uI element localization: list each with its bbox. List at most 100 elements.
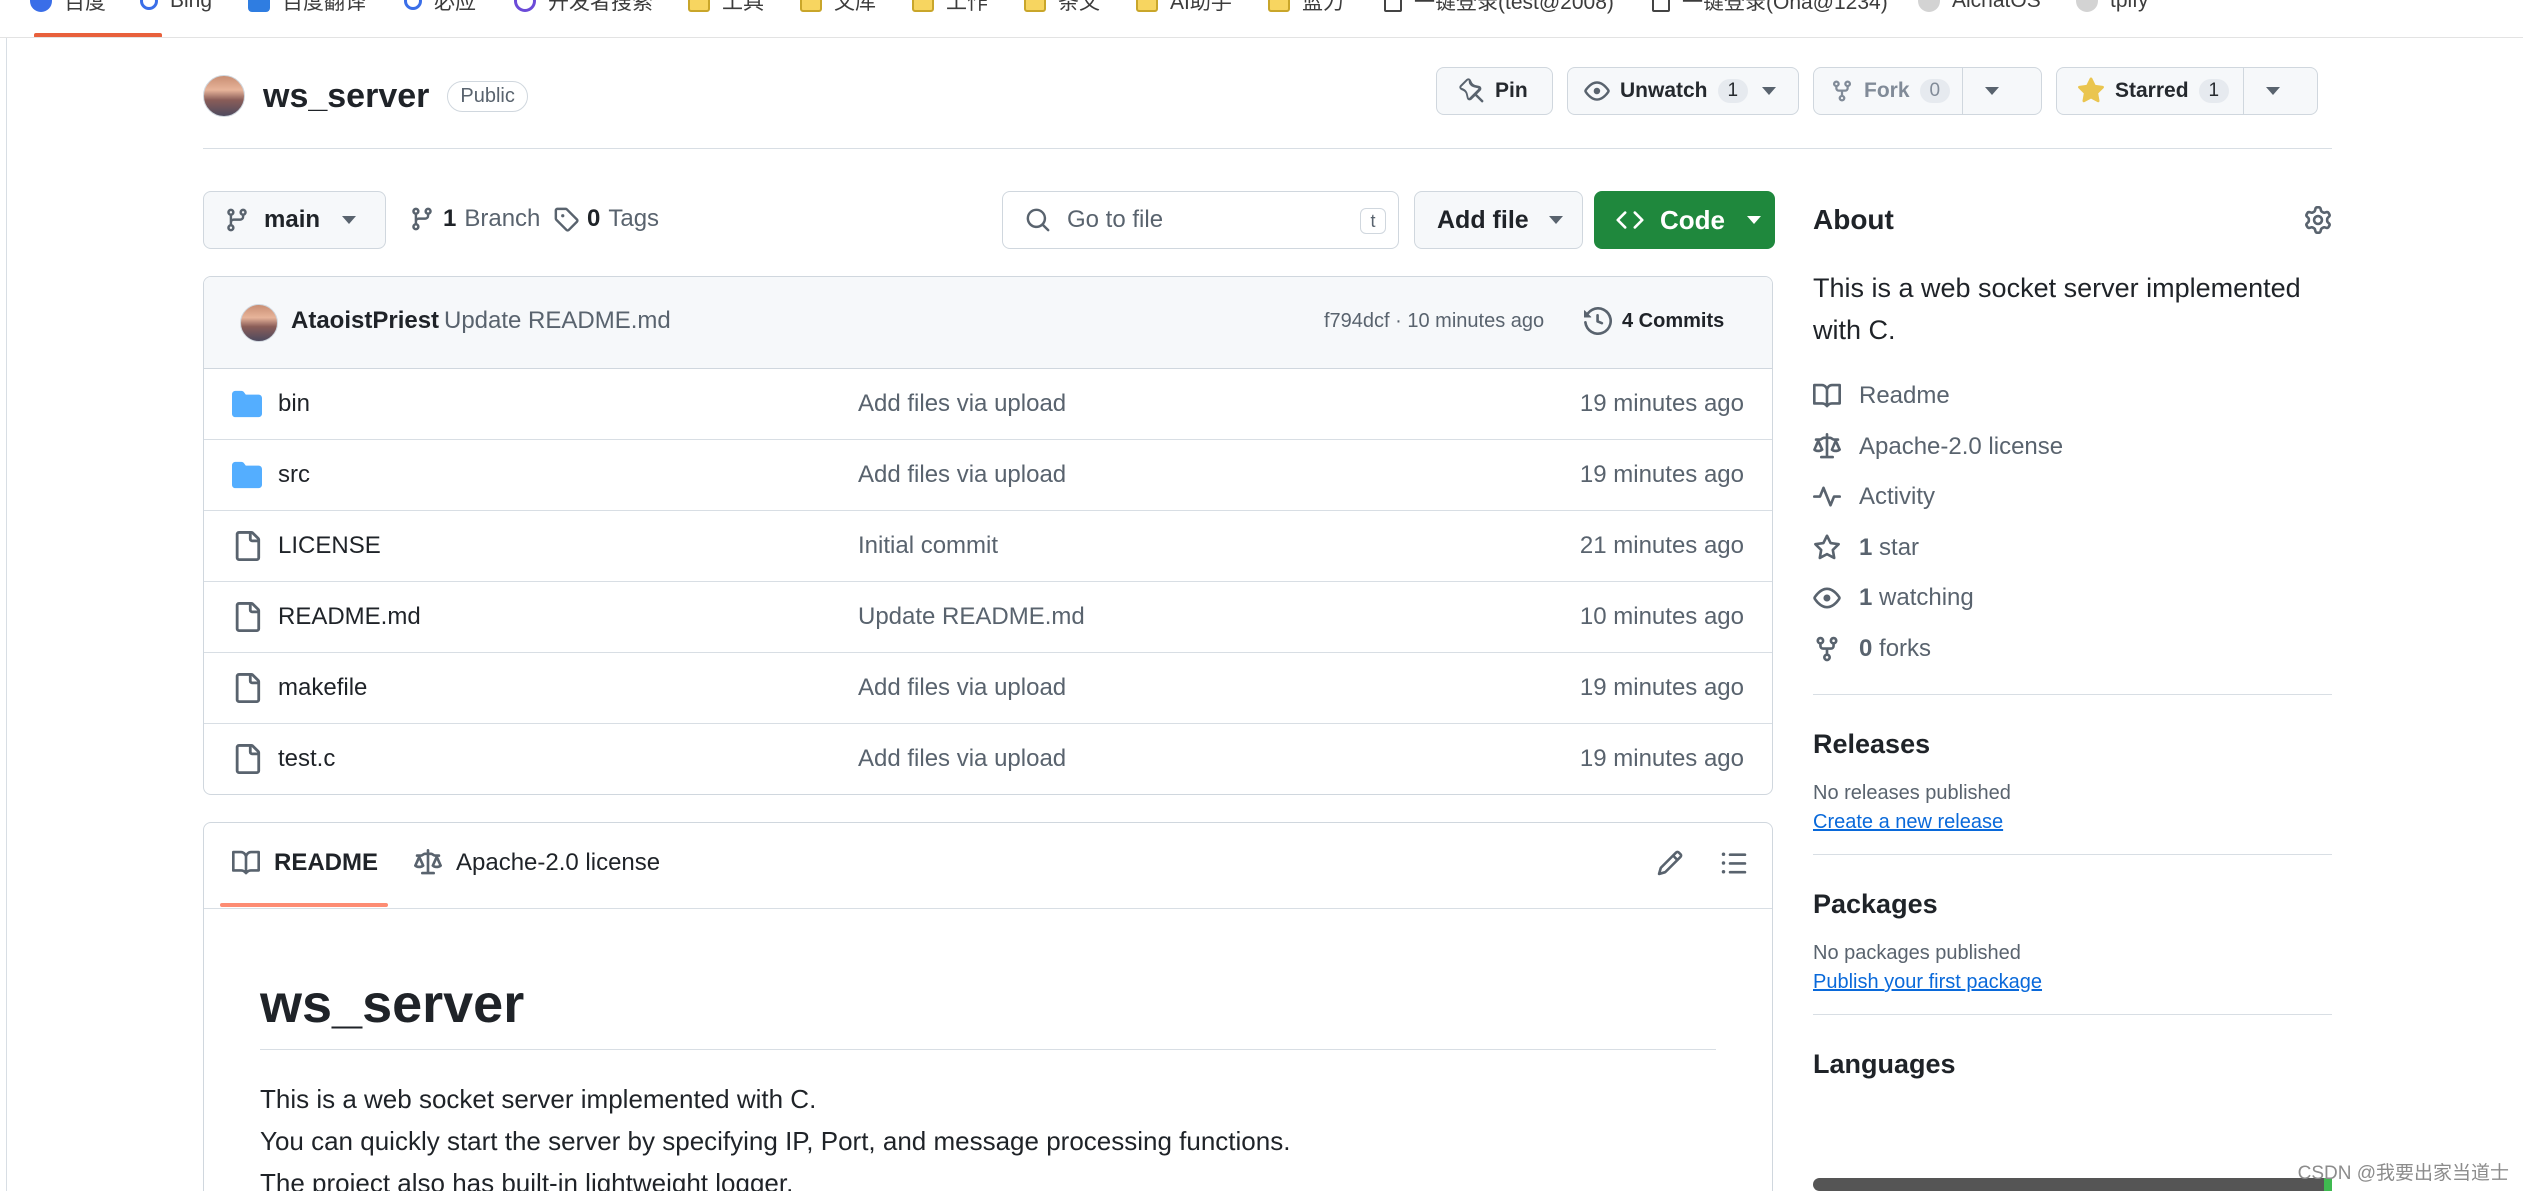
file-name[interactable]: src [278,461,310,489]
tab-readme[interactable]: README [232,849,378,877]
bookmark-folder-tiaowen[interactable]: 条文 [1024,0,1100,16]
file-time: 21 minutes ago [1579,532,1744,559]
bookmark-bing[interactable]: Bing [140,0,212,16]
page-icon [1652,0,1670,12]
search-icon [140,0,158,10]
bookmark-folder-lanli[interactable]: 蓝力 [1268,0,1344,16]
file-row[interactable]: README.md Update README.md 10 minutes ag… [204,582,1772,653]
folder-icon [688,0,710,12]
commits-link[interactable]: 4 Commits [1584,307,1724,335]
bookmark-login-test[interactable]: 一键登录(test@2008) [1384,0,1614,16]
go-to-file-input[interactable]: Go to file t [1002,191,1399,249]
about-sidebar: About This is a web socket server implem… [1813,191,2332,1080]
fork-count: 0 [1919,79,1951,103]
commit-message[interactable]: Update README.md [444,307,671,335]
about-list: Readme Apache-2.0 license Activity 1 sta… [1813,371,2332,674]
header-divider [203,148,2332,149]
file-commit-message[interactable]: Add files via upload [858,674,1066,702]
chevron-down-icon [1747,216,1761,224]
dev-search-icon [514,0,536,12]
book-icon [232,850,260,875]
star-count: 1 [2198,79,2230,103]
code-button[interactable]: Code [1594,191,1775,249]
about-forks-link[interactable]: 0 forks [1813,624,2332,675]
create-release-link[interactable]: Create a new release [1813,811,2003,834]
tab-license[interactable]: Apache-2.0 license [414,849,660,877]
file-name[interactable]: makefile [278,674,367,702]
star-icon [1814,534,1840,559]
commit-author-avatar[interactable] [240,304,278,342]
bookmark-folder-tools[interactable]: 工具 [688,0,764,16]
releases-empty: No releases published [1813,782,2011,804]
ghost-icon [2076,0,2098,12]
file-row[interactable]: test.c Add files via upload 19 minutes a… [204,724,1772,794]
about-stars-link[interactable]: 1 star [1813,523,2332,574]
about-watching-link[interactable]: 1 watching [1813,573,2332,624]
tags-link[interactable]: 0 Tags [553,205,659,233]
file-time: 19 minutes ago [1579,745,1744,772]
file-commit-message[interactable]: Add files via upload [858,745,1066,773]
packages-heading[interactable]: Packages [1813,889,2332,920]
bookmarks-bar: 百度 Bing 百度翻译 必应 开发者搜索 工具 文库 工作 条文 AI助手 蓝… [0,0,2523,38]
bookmark-baidu-translate[interactable]: 百度翻译 [248,0,366,16]
bookmark-folder-ai[interactable]: AI助手 [1136,0,1232,16]
file-name[interactable]: bin [278,390,310,418]
search-icon [404,0,422,10]
publish-package-link[interactable]: Publish your first package [1813,971,2042,994]
language-bar [1813,1178,2332,1191]
fork-icon [1816,636,1838,662]
folder-icon [912,0,934,12]
fork-icon [1833,80,1851,102]
bookmark-baidu[interactable]: 百度 [30,0,106,16]
bookmark-alchatos[interactable]: AlchatOS [1918,0,2041,16]
bookmark-biying[interactable]: 必应 [404,0,476,16]
add-file-button[interactable]: Add file [1414,191,1583,249]
sidebar-divider [1813,694,2332,695]
translate-icon [248,0,270,12]
about-readme-link[interactable]: Readme [1813,371,2332,422]
file-name[interactable]: README.md [278,603,421,631]
repo-name[interactable]: ws_server [263,77,429,116]
about-activity-link[interactable]: Activity [1813,472,2332,523]
branches-link[interactable]: 1 Branch [409,205,540,233]
repo-toolbar: main 1 Branch 0 Tags Go to file t Add fi… [203,191,1775,249]
fork-button[interactable]: Fork 0 [1813,67,2042,115]
bookmark-folder-wenku[interactable]: 文库 [800,0,876,16]
commit-author[interactable]: AtaoistPriest [291,307,439,335]
file-commit-message[interactable]: Initial commit [858,532,998,560]
pin-button[interactable]: Pin [1436,67,1553,115]
file-name[interactable]: LICENSE [278,532,381,560]
about-header: About [1813,191,2332,249]
book-icon [1813,383,1841,408]
gear-icon[interactable] [2304,206,2332,234]
about-license-link[interactable]: Apache-2.0 license [1813,422,2332,473]
about-heading: About [1813,204,1894,235]
folder-icon [1136,0,1158,12]
folder-icon [800,0,822,12]
file-row[interactable]: src Add files via upload 19 minutes ago [204,440,1772,511]
pin-icon [1459,78,1484,103]
bookmark-login-ona[interactable]: 一键登录(Ona@1234) [1652,0,1888,16]
releases-heading[interactable]: Releases [1813,729,2332,760]
file-row[interactable]: bin Add files via upload 19 minutes ago [204,369,1772,440]
chevron-down-icon [1985,87,2000,95]
file-commit-message[interactable]: Add files via upload [858,390,1066,418]
list-icon[interactable] [1720,849,1748,877]
unwatch-button[interactable]: Unwatch 1 [1567,67,1799,115]
bookmark-folder-work[interactable]: 工作 [912,0,988,16]
eye-icon [1584,81,1610,101]
commit-meta[interactable]: f794dcf · 10 minutes ago [1324,310,1544,333]
bookmark-tpify[interactable]: tpify [2076,0,2149,16]
pencil-icon[interactable] [1656,849,1684,877]
bookmark-dev-search[interactable]: 开发者搜索 [514,0,653,16]
file-commit-message[interactable]: Update README.md [858,603,1085,631]
file-row[interactable]: LICENSE Initial commit 21 minutes ago [204,511,1772,582]
file-row[interactable]: makefile Add files via upload 19 minutes… [204,653,1772,724]
branch-selector[interactable]: main [203,191,386,249]
file-commit-message[interactable]: Add files via upload [858,461,1066,489]
file-name[interactable]: test.c [278,745,335,773]
owner-avatar[interactable] [203,75,245,117]
file-time: 10 minutes ago [1579,603,1744,630]
starred-button[interactable]: Starred 1 [2056,67,2318,115]
packages-empty: No packages published [1813,942,2021,964]
